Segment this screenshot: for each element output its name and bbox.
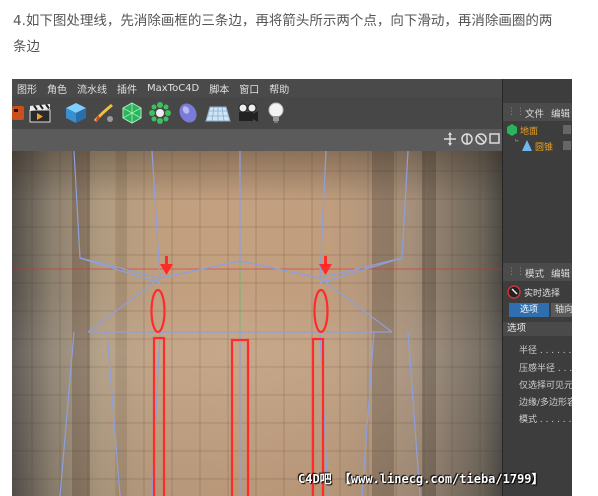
- clapper-icon[interactable]: [28, 101, 52, 125]
- viewport-overlay: [12, 151, 502, 496]
- deformer-icon[interactable]: [176, 101, 200, 125]
- 3d-viewport[interactable]: [12, 151, 502, 496]
- live-selection-icon: [507, 285, 521, 299]
- tab-mode[interactable]: 模式: [525, 266, 544, 280]
- caption-line-2: 条边: [13, 39, 40, 55]
- menu-item-maxtoc4d[interactable]: MaxToC4D: [142, 83, 204, 94]
- grip-icon[interactable]: ⋮⋮: [507, 267, 525, 277]
- attribute-manager-header: ⋮⋮ 模式 编辑: [503, 263, 572, 281]
- menu-item-character[interactable]: 角色: [42, 81, 72, 96]
- field-radius[interactable]: 半径 . . . . . .: [503, 343, 572, 355]
- field-mode[interactable]: 模式 . . . . . .: [503, 412, 572, 424]
- cone-object-icon: [522, 140, 532, 151]
- viewport-header: [12, 129, 502, 151]
- tab-file[interactable]: 文件: [525, 106, 544, 120]
- light-icon[interactable]: [264, 101, 288, 125]
- tag-icon[interactable]: [563, 141, 571, 150]
- render-icon[interactable]: [12, 101, 26, 125]
- pen-icon[interactable]: [92, 101, 116, 125]
- menu-bar: 图形 角色 流水线 插件 MaxToC4D 脚本 窗口 帮助: [12, 79, 502, 97]
- right-panel: ⋮⋮ 文件 编辑 地面 └ 圆锥 ⋮⋮ 模式 编辑 实时选择 选项 轴向 选项 …: [502, 79, 572, 496]
- field-edge-polygon-tolerance[interactable]: 边缘/多边形容: [503, 395, 572, 407]
- menu-item-script[interactable]: 脚本: [204, 81, 234, 96]
- c4d-screenshot: 图形 角色 流水线 插件 MaxToC4D 脚本 窗口 帮助 ⋮⋮ 文件 编辑 …: [12, 79, 572, 496]
- menu-item-graph[interactable]: 图形: [12, 81, 42, 96]
- tab-edit[interactable]: 编辑: [551, 106, 570, 120]
- caption-line-1: 4.如下图处理线，先消除画框的三条边，再将箭头所示两个点，向下滑动，再消除画圈的…: [13, 13, 553, 29]
- tool-name: 实时选择: [524, 289, 561, 299]
- object-name: 地面: [520, 127, 539, 137]
- subtab-axis[interactable]: 轴向: [551, 303, 572, 317]
- toolbar: [12, 97, 502, 130]
- grip-icon[interactable]: ⋮⋮: [507, 107, 525, 117]
- array-icon[interactable]: [148, 101, 172, 125]
- tab-edit[interactable]: 编辑: [551, 266, 570, 280]
- watermark: C4D吧 【www.linecg.com/tieba/1799】: [298, 472, 544, 486]
- object-row[interactable]: └ 圆锥: [503, 139, 572, 153]
- menu-item-plugins[interactable]: 插件: [112, 81, 142, 96]
- object-row[interactable]: 地面: [503, 123, 572, 137]
- tool-title-row: 实时选择: [503, 284, 572, 300]
- object-manager-header: ⋮⋮ 文件 编辑: [503, 103, 572, 121]
- tutorial-caption: 4.如下图处理线，先消除画框的三条边，再将箭头所示两个点，向下滑动，再消除画圈的…: [13, 8, 585, 60]
- tree-branch-icon: └: [513, 139, 519, 147]
- viewport-nav-icons[interactable]: [444, 132, 500, 146]
- field-visible-only[interactable]: 仅选择可见元: [503, 378, 572, 390]
- tag-icon[interactable]: [563, 125, 571, 134]
- viewport-grid: [12, 151, 502, 496]
- subdivision-icon[interactable]: [120, 101, 144, 125]
- subdivision-object-icon: [507, 124, 517, 136]
- menu-item-pipeline[interactable]: 流水线: [72, 81, 112, 96]
- field-pressure-radius[interactable]: 压感半径 . . .: [503, 361, 572, 373]
- cube-icon[interactable]: [64, 101, 88, 125]
- object-name: 圆锥: [535, 143, 554, 153]
- menu-item-help[interactable]: 帮助: [264, 81, 294, 96]
- menu-item-window[interactable]: 窗口: [234, 81, 264, 96]
- subtab-options[interactable]: 选项: [509, 303, 549, 317]
- camera-icon[interactable]: [236, 101, 260, 125]
- section-options[interactable]: 选项: [503, 322, 572, 336]
- floor-icon[interactable]: [204, 101, 232, 125]
